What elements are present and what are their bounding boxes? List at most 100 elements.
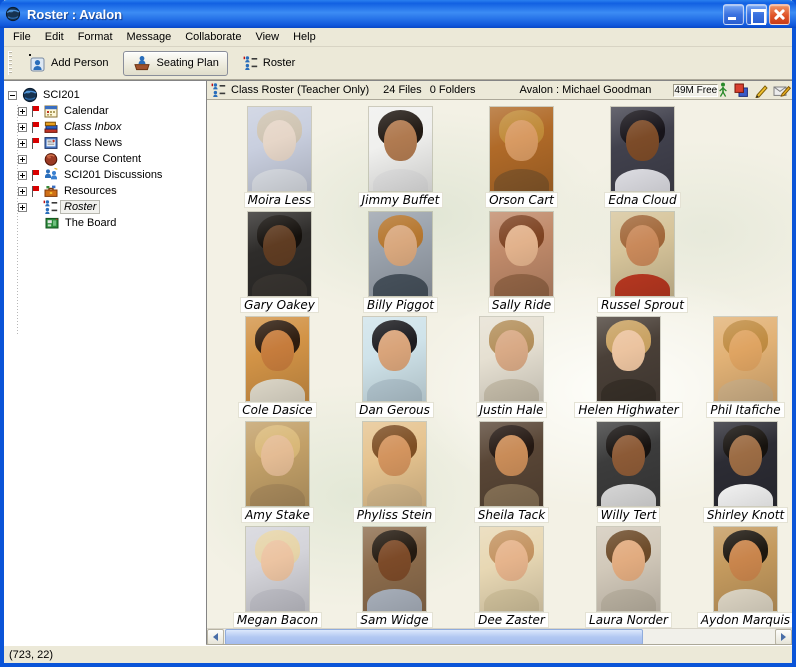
- menu-edit[interactable]: Edit: [38, 29, 71, 45]
- photo-hair: [255, 320, 300, 357]
- student-card-edna-cloud[interactable]: Edna Cloud: [582, 104, 703, 207]
- student-name-label: Cole Dasice: [239, 403, 315, 417]
- student-card-cole-dasice[interactable]: Cole Dasice: [219, 314, 336, 417]
- sidebar-item-course-content[interactable]: Course Content: [8, 151, 204, 167]
- sidebar-item-class-inbox[interactable]: Class Inbox: [8, 119, 204, 135]
- student-card-dan-gerous[interactable]: Dan Gerous: [336, 314, 453, 417]
- photo-hair: [499, 215, 544, 252]
- student-card-dee-zaster[interactable]: Dee Zaster: [453, 524, 570, 627]
- photo-hair: [620, 215, 665, 252]
- student-card-jimmy-buffet[interactable]: Jimmy Buffet: [340, 104, 461, 207]
- flag-placeholder: [32, 218, 41, 229]
- menu-message[interactable]: Message: [120, 29, 179, 45]
- sidebar-item-resources[interactable]: Resources: [8, 183, 204, 199]
- calendar-icon: [42, 103, 59, 119]
- student-card-phil-itafiche[interactable]: Phil Itafiche: [687, 314, 792, 417]
- toolbar-gripper[interactable]: [8, 51, 12, 75]
- tree-root[interactable]: SCI201: [8, 87, 204, 103]
- student-card-sally-ride[interactable]: Sally Ride: [461, 209, 582, 312]
- photo-face: [384, 120, 417, 161]
- expand-box-icon[interactable]: [18, 107, 27, 116]
- sidebar-item-calendar[interactable]: Calendar: [8, 103, 204, 119]
- student-card-willy-tert[interactable]: Willy Tert: [570, 419, 687, 522]
- add-person-button[interactable]: Add Person: [18, 50, 117, 76]
- sidebar-item-class-news[interactable]: Class News: [8, 135, 204, 151]
- photo-shoulders: [601, 484, 656, 506]
- student-card-justin-hale[interactable]: Justin Hale: [453, 314, 570, 417]
- scroll-left-button[interactable]: [207, 629, 224, 645]
- minimize-button[interactable]: [723, 4, 744, 25]
- collapse-box-icon[interactable]: [8, 91, 17, 100]
- app-window: Roster : Avalon FileEditFormatMessageCol…: [0, 0, 796, 667]
- server-user: Avalon : Michael Goodman: [520, 84, 652, 96]
- student-card-sheila-tack[interactable]: Sheila Tack: [453, 419, 570, 522]
- student-photo: [369, 107, 432, 191]
- unread-flag-icon: [31, 106, 40, 117]
- photo-hair: [489, 530, 534, 567]
- expand-box-icon[interactable]: [18, 123, 27, 132]
- menu-view[interactable]: View: [248, 29, 286, 45]
- student-card-helen-highwater[interactable]: Helen Highwater: [570, 314, 687, 417]
- student-card-sam-widge[interactable]: Sam Widge: [336, 524, 453, 627]
- expand-box-icon[interactable]: [18, 155, 27, 164]
- student-card-russel-sprout[interactable]: Russel Sprout: [582, 209, 703, 312]
- student-photo: [490, 212, 553, 296]
- photo-hair: [723, 425, 768, 462]
- maximize-button[interactable]: [746, 4, 767, 25]
- menu-bar: FileEditFormatMessageCollaborateViewHelp: [4, 28, 792, 47]
- photo-face: [729, 435, 762, 476]
- student-photo: [480, 317, 543, 401]
- student-card-aydon-marquis[interactable]: Aydon Marquis: [687, 524, 792, 627]
- sidebar-item-roster[interactable]: Roster: [8, 199, 204, 215]
- tree-root-label: SCI201: [40, 89, 83, 101]
- close-button[interactable]: [769, 4, 790, 25]
- student-name-label: Megan Bacon: [234, 613, 321, 627]
- scrollbar-track[interactable]: [643, 629, 775, 645]
- student-card-laura-norder[interactable]: Laura Norder: [570, 524, 687, 627]
- expand-box-icon[interactable]: [18, 203, 27, 212]
- seating-plan-button[interactable]: Seating Plan: [123, 51, 227, 76]
- horizontal-scrollbar[interactable]: [207, 628, 792, 645]
- student-card-phyliss-stein[interactable]: Phyliss Stein: [336, 419, 453, 522]
- compose-icon[interactable]: [773, 82, 791, 98]
- photo-shoulders: [373, 274, 428, 296]
- unread-flag-icon: [31, 186, 40, 197]
- expand-box-icon[interactable]: [18, 171, 27, 180]
- online-person-icon[interactable]: [718, 82, 728, 98]
- inbox-icon: [42, 119, 59, 135]
- pencil-icon[interactable]: [754, 82, 768, 98]
- student-card-gary-oakey[interactable]: Gary Oakey: [219, 209, 340, 312]
- menu-format[interactable]: Format: [71, 29, 120, 45]
- sidebar-item-sci201-discussions[interactable]: SCI201 Discussions: [8, 167, 204, 183]
- scroll-right-button[interactable]: [775, 629, 792, 645]
- layers-icon[interactable]: [733, 82, 749, 98]
- expand-box-icon[interactable]: [18, 187, 27, 196]
- photo-shoulders: [718, 379, 773, 401]
- student-name-label: Sam Widge: [357, 613, 431, 627]
- globe-icon: [21, 87, 38, 103]
- expand-box-icon[interactable]: [18, 139, 27, 148]
- free-space-indicator: 49M Free: [673, 84, 718, 97]
- student-photo: [597, 422, 660, 506]
- student-card-moira-less[interactable]: Moira Less: [219, 104, 340, 207]
- photo-hair: [255, 530, 300, 567]
- sidebar-item-the-board[interactable]: The Board: [8, 215, 204, 231]
- photo-shoulders: [615, 274, 670, 296]
- student-card-orson-cart[interactable]: Orson Cart: [461, 104, 582, 207]
- student-card-billy-piggot[interactable]: Billy Piggot: [340, 209, 461, 312]
- roster-button[interactable]: Roster: [234, 51, 304, 75]
- menu-file[interactable]: File: [6, 29, 38, 45]
- board-icon: [43, 215, 60, 231]
- student-name-label: Russel Sprout: [598, 298, 687, 312]
- student-name-label: Dan Gerous: [356, 403, 433, 417]
- student-card-shirley-knott[interactable]: Shirley Knott: [687, 419, 792, 522]
- scrollbar-thumb[interactable]: [225, 629, 643, 645]
- student-name-label: Aydon Marquis: [698, 613, 792, 627]
- title-bar[interactable]: Roster : Avalon: [0, 0, 796, 28]
- menu-collaborate[interactable]: Collaborate: [178, 29, 248, 45]
- student-card-megan-bacon[interactable]: Megan Bacon: [219, 524, 336, 627]
- photo-face: [384, 225, 417, 266]
- student-name-label: Gary Oakey: [241, 298, 318, 312]
- menu-help[interactable]: Help: [286, 29, 323, 45]
- student-card-amy-stake[interactable]: Amy Stake: [219, 419, 336, 522]
